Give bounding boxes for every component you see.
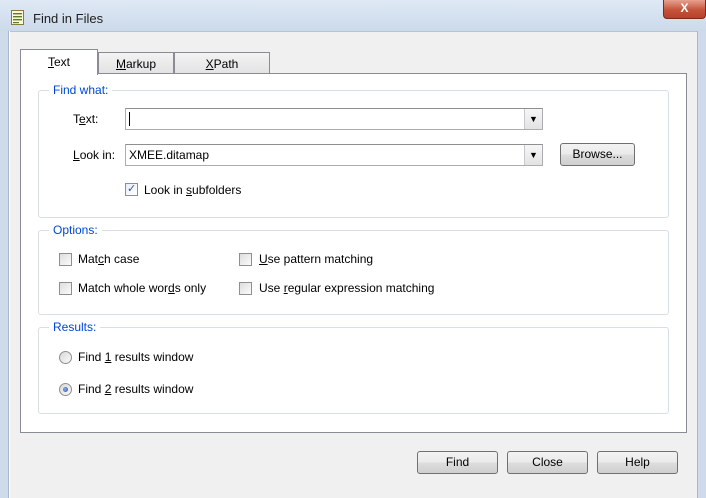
look-in-label: Look in:: [73, 148, 116, 162]
regex-checkbox[interactable]: [239, 282, 252, 295]
match-case-label: Match case: [78, 252, 140, 266]
dialog-client-area: Text Markup XPath Find what: Text: ▼ Loo…: [10, 31, 697, 498]
close-button[interactable]: Close: [507, 451, 588, 474]
find-2-results-window-radio[interactable]: [59, 383, 72, 396]
radio-selected-dot: [63, 387, 68, 392]
help-button[interactable]: Help: [597, 451, 678, 474]
find-1-results-window-label: Find 1 results window: [78, 350, 194, 364]
results-group: Results: Find 1 results window Find 2 re…: [38, 320, 669, 414]
tab-markup[interactable]: Markup: [98, 52, 174, 74]
match-case-checkbox[interactable]: [59, 253, 72, 266]
text-tab-page: Find what: Text: ▼ Look in: XMEE.ditamap…: [20, 73, 687, 433]
checkmark-icon: ✓: [127, 183, 137, 195]
search-text-combo[interactable]: ▼: [125, 108, 543, 130]
close-window-button[interactable]: X: [663, 0, 706, 19]
tab-xpath[interactable]: XPath: [174, 52, 270, 74]
find-button[interactable]: Find: [417, 451, 498, 474]
find-in-files-window: Find in Files X Text Markup XPath Find w…: [0, 0, 706, 498]
look-in-value: XMEE.ditamap: [129, 148, 210, 162]
find-1-results-window-radio[interactable]: [59, 351, 72, 364]
tab-text[interactable]: Text: [20, 49, 98, 75]
chevron-down-icon: ▼: [529, 114, 538, 124]
window-frame-left: [0, 31, 9, 498]
find-what-title: Find what:: [49, 83, 113, 97]
close-icon: X: [680, 1, 689, 15]
look-in-subfolders-label: Look in subfolders: [144, 183, 242, 197]
tab-xpath-label: X: [205, 57, 214, 71]
find-2-results-window-label: Find 2 results window: [78, 382, 194, 396]
results-title: Results:: [49, 320, 101, 334]
browse-button[interactable]: Browse...: [560, 143, 635, 166]
text-label: Text:: [73, 112, 99, 126]
regex-label: Use regular expression matching: [259, 281, 435, 295]
look-in-combo[interactable]: XMEE.ditamap ▼: [125, 144, 543, 166]
find-what-group: Find what: Text: ▼ Look in: XMEE.ditamap…: [38, 83, 669, 218]
whole-words-checkbox[interactable]: [59, 282, 72, 295]
find-in-files-icon: [11, 10, 24, 25]
whole-words-label: Match whole words only: [78, 281, 207, 295]
tab-markup-label: M: [115, 57, 126, 71]
text-cursor: [129, 112, 130, 126]
look-in-subfolders-checkbox[interactable]: ✓: [125, 183, 138, 196]
title-bar[interactable]: Find in Files X: [0, 0, 706, 31]
look-in-dropdown-button[interactable]: ▼: [524, 145, 542, 165]
window-title: Find in Files: [33, 11, 104, 26]
search-text-dropdown-button[interactable]: ▼: [524, 109, 542, 129]
pattern-matching-checkbox[interactable]: [239, 253, 252, 266]
options-title: Options:: [49, 223, 102, 237]
pattern-matching-label: Use pattern matching: [259, 252, 374, 266]
options-group: Options: Match case Use pattern matching…: [38, 223, 669, 315]
chevron-down-icon: ▼: [529, 150, 538, 160]
window-frame-right: [697, 31, 706, 498]
